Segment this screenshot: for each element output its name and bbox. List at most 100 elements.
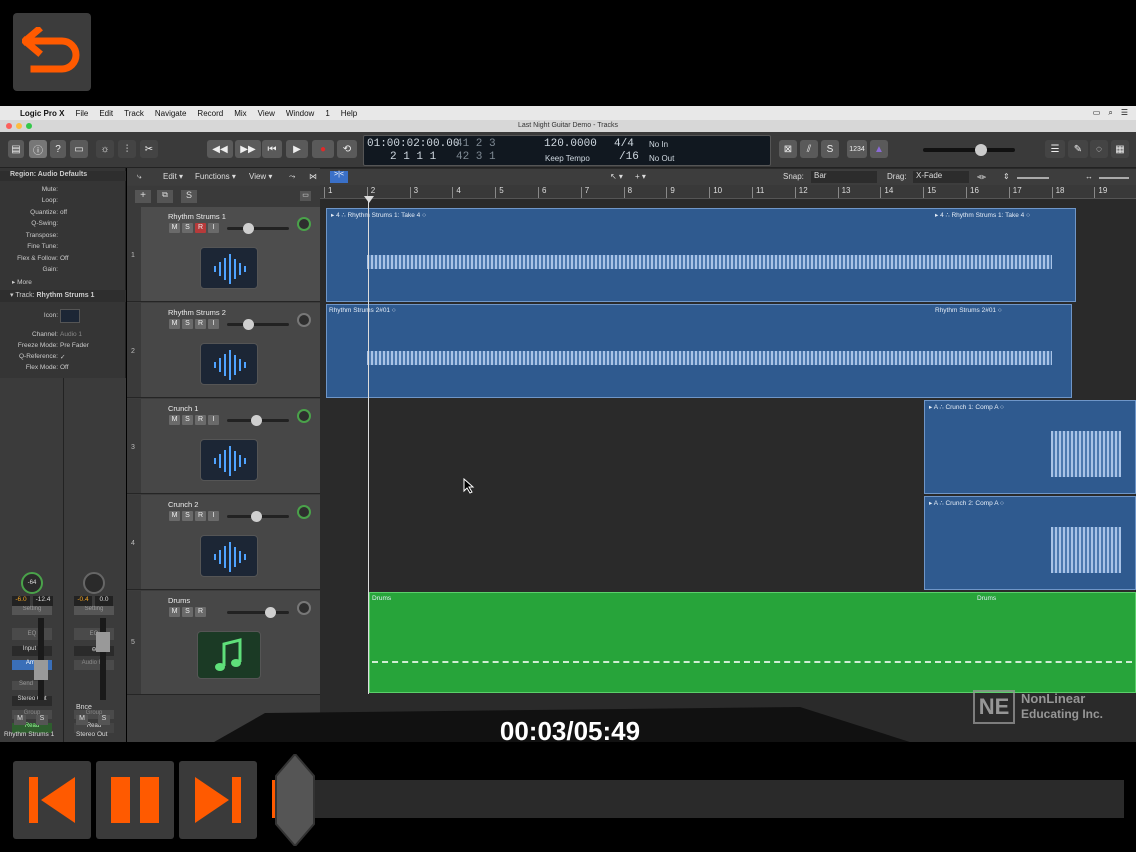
add-track-button[interactable]: + xyxy=(135,190,151,203)
back-button[interactable] xyxy=(13,13,91,91)
solo-button[interactable]: S xyxy=(182,223,193,233)
cycle-button[interactable]: ⟲ xyxy=(337,140,357,158)
track-name[interactable]: Rhythm Strums 2 xyxy=(168,308,226,317)
track-volume-slider[interactable] xyxy=(227,319,289,330)
help-icon[interactable]: ? xyxy=(50,140,66,158)
menu-navigate[interactable]: Navigate xyxy=(155,109,187,118)
menu-mix[interactable]: Mix xyxy=(234,109,246,118)
inspector-icon[interactable]: ⓘ xyxy=(29,140,47,158)
functions-menu[interactable]: Functions ▾ xyxy=(195,172,236,181)
track-pan-knob[interactable] xyxy=(297,217,311,231)
inspector-row[interactable]: Loop: xyxy=(0,197,126,207)
marquee-tool-icon[interactable]: + ▾ xyxy=(635,172,646,181)
airplay-icon[interactable]: ▭ xyxy=(1093,108,1101,118)
menu-view[interactable]: View xyxy=(258,109,275,118)
setting-button[interactable]: Setting xyxy=(12,606,52,615)
waveform-icon[interactable] xyxy=(60,309,80,323)
track-name[interactable]: Crunch 1 xyxy=(168,404,198,413)
go-to-start-button[interactable]: ⏮ xyxy=(262,140,282,158)
mute-button[interactable]: M xyxy=(169,415,180,425)
record-enable-button[interactable]: R xyxy=(195,223,206,233)
lcd-display[interactable]: 01:00:02:00.00 41 2 3 2 1 1 1 42 3 1 120… xyxy=(363,135,771,166)
playhead-handle[interactable] xyxy=(364,196,374,203)
volume-knob[interactable] xyxy=(265,607,276,618)
track-volume-slider[interactable] xyxy=(227,607,289,618)
solo-button[interactable]: S xyxy=(182,607,193,617)
progress-bar[interactable] xyxy=(272,780,1124,818)
smart-controls-icon[interactable]: ☼ xyxy=(96,140,114,158)
inspector-row[interactable]: Gain: xyxy=(0,266,126,276)
input-slot[interactable]: Input 3 xyxy=(12,646,52,656)
menu-app[interactable]: Logic Pro X xyxy=(20,109,64,118)
menu-help[interactable]: Help xyxy=(341,109,357,118)
mute-button[interactable]: M xyxy=(169,223,180,233)
tuner-icon[interactable]: ⫽ xyxy=(800,140,818,158)
menu-edit[interactable]: Edit xyxy=(99,109,113,118)
inspector-row[interactable]: Channel: Audio 1 xyxy=(0,331,126,341)
track-name[interactable]: Rhythm Strums 1 xyxy=(168,212,226,221)
mixer-icon[interactable]: ⫶ xyxy=(118,140,136,158)
view-menu[interactable]: View ▾ xyxy=(249,172,272,181)
pause-button[interactable] xyxy=(96,761,174,839)
track-name[interactable]: Drums xyxy=(168,596,190,605)
solo-button[interactable]: S xyxy=(182,319,193,329)
record-button[interactable]: ● xyxy=(312,140,334,158)
send-slot[interactable]: Send xyxy=(12,681,40,690)
volume-knob[interactable] xyxy=(251,511,262,522)
menu-file[interactable]: File xyxy=(75,109,88,118)
solo-icon[interactable]: S xyxy=(821,140,839,158)
input-monitor-button[interactable]: I xyxy=(208,415,219,425)
flex-icon[interactable]: ⋈ xyxy=(309,172,317,181)
track-header[interactable]: ▾ Track: Rhythm Strums 1 xyxy=(0,290,126,302)
track-view-icon[interactable]: ⤷ xyxy=(137,172,141,182)
audio-region[interactable]: ▸ A ∴ Crunch 2: Comp A ○ xyxy=(924,496,1136,590)
mute-button[interactable]: M xyxy=(169,319,180,329)
inspector-row[interactable]: Flex & Follow: Off xyxy=(0,255,126,265)
replace-icon[interactable]: ⊠ xyxy=(779,140,797,158)
track-row[interactable]: 2 Rhythm Strums 2 M S R I xyxy=(127,303,320,398)
volume-knob[interactable] xyxy=(243,223,254,234)
volume-fader-track[interactable] xyxy=(34,618,48,700)
waveform-zoom-icon[interactable]: ⫷⫸ xyxy=(977,172,986,182)
menu-1[interactable]: 1 xyxy=(325,109,329,118)
global-solo-button[interactable]: S xyxy=(181,190,197,203)
pointer-tool-icon[interactable]: ↖ ▾ xyxy=(610,172,623,181)
next-button[interactable] xyxy=(179,761,257,839)
browser-icon[interactable]: ▦ xyxy=(1111,140,1129,158)
record-enable-button[interactable]: R xyxy=(195,319,206,329)
more-toggle[interactable]: ▸ More xyxy=(12,278,32,286)
progress-handle[interactable] xyxy=(274,754,316,846)
audio-region[interactable]: ▸ 4 ∴ Rhythm Strums 1: Take 4 ○ ▸ 4 ∴ Rh… xyxy=(326,208,1076,302)
editors-icon[interactable]: ✂ xyxy=(140,140,158,158)
record-enable-button[interactable]: R xyxy=(195,511,206,521)
duplicate-track-icon[interactable]: ⧉ xyxy=(157,190,173,203)
eq-button[interactable]: EQ xyxy=(12,628,52,640)
rewind-button[interactable]: ◀◀ xyxy=(207,140,233,158)
volume-fader-handle[interactable] xyxy=(34,660,48,680)
audio-region[interactable]: ▸ A ∴ Crunch 1: Comp A ○ xyxy=(924,400,1136,494)
input-monitor-button[interactable]: I xyxy=(208,319,219,329)
drag-select[interactable]: X-Fade xyxy=(913,171,969,183)
inspector-row[interactable]: Flex Mode: Off xyxy=(0,364,126,374)
solo-button[interactable]: S xyxy=(182,511,193,521)
zoom-icon[interactable] xyxy=(26,123,32,129)
horizontal-zoom-slider[interactable] xyxy=(1099,177,1129,179)
volume-fader-handle[interactable] xyxy=(96,632,110,652)
drummer-region[interactable]: Drums Drums xyxy=(369,592,1136,693)
forward-button[interactable]: ▶▶ xyxy=(235,140,261,158)
previous-button[interactable] xyxy=(13,761,91,839)
menu-record[interactable]: Record xyxy=(197,109,223,118)
record-enable-button[interactable]: R xyxy=(195,607,206,617)
input-monitor-button[interactable]: I xyxy=(208,511,219,521)
list-editors-icon[interactable]: ☰ xyxy=(1045,140,1065,158)
horizontal-zoom-icon[interactable]: ↔ xyxy=(1085,172,1093,181)
inspector-row[interactable]: Mute: xyxy=(0,186,126,196)
track-row[interactable]: 1 Rhythm Strums 1 M S R I xyxy=(127,207,320,302)
setting-button[interactable]: Setting xyxy=(74,606,114,615)
record-enable-button[interactable]: R xyxy=(195,415,206,425)
menu-window[interactable]: Window xyxy=(286,109,314,118)
input-monitor-button[interactable]: I xyxy=(208,223,219,233)
track-row[interactable]: 3 Crunch 1 M S R I xyxy=(127,399,320,494)
volume-fader-track[interactable] xyxy=(96,618,110,700)
notepad-icon[interactable]: ✎ xyxy=(1068,140,1088,158)
